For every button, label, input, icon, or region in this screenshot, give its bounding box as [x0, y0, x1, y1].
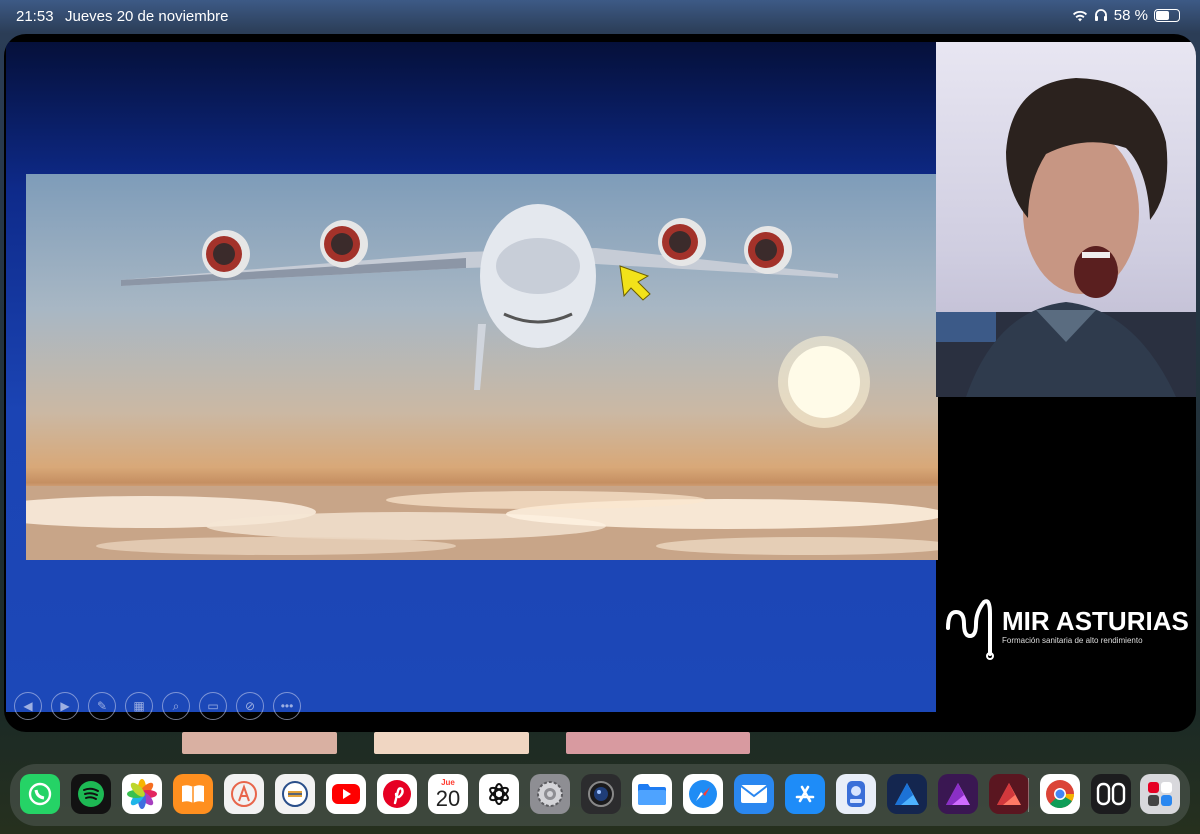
brand-logo: MIR ASTURIAS Formación sanitaria de alto…	[940, 594, 1190, 664]
battery-percent: 58 %	[1113, 7, 1148, 24]
camera-off-icon: ⊘	[244, 699, 256, 713]
youtube-icon[interactable]	[326, 774, 366, 814]
camera-app-icon[interactable]	[581, 774, 621, 814]
photos-icon[interactable]	[122, 774, 162, 814]
pinterest-icon[interactable]	[377, 774, 417, 814]
app-library-icon[interactable]	[1140, 774, 1180, 814]
camera-off-button[interactable]: ⊘	[236, 692, 264, 720]
ellipsis-icon: •••	[280, 699, 294, 713]
badge-app-icon[interactable]	[275, 774, 315, 814]
chevron-right-icon: ▶	[60, 699, 70, 713]
battery-icon	[1154, 9, 1180, 22]
settings-icon[interactable]	[530, 774, 570, 814]
whatsapp-icon[interactable]	[20, 774, 60, 814]
scanner-icon[interactable]	[836, 774, 876, 814]
calendar-day: 20	[435, 785, 461, 811]
status-time: 21:53	[16, 8, 54, 25]
status-right: 58 %	[1072, 7, 1180, 24]
chrome-icon[interactable]	[1040, 774, 1080, 814]
slideshow-controls: ◀ ▶ ✎ ▦ ⌕ ▭ ⊘ •••	[14, 692, 301, 720]
books-icon[interactable]	[173, 774, 213, 814]
subtitles-icon: ▭	[207, 699, 219, 713]
safari-icon[interactable]	[683, 774, 723, 814]
files-icon[interactable]	[632, 774, 672, 814]
affinity-publisher-icon[interactable]	[989, 774, 1029, 814]
next-slide-button[interactable]: ▶	[51, 692, 79, 720]
calendar-icon[interactable]: Jue 20	[428, 774, 468, 814]
grid-icon: ▦	[133, 699, 145, 713]
chatgpt-icon[interactable]	[479, 774, 519, 814]
freeform-icon[interactable]	[1091, 774, 1131, 814]
mail-icon[interactable]	[734, 774, 774, 814]
pen-icon: ✎	[96, 699, 108, 713]
background-thumbnails	[182, 732, 762, 754]
slide-image	[26, 174, 938, 560]
status-date: Jueves 20 de noviembre	[65, 8, 229, 25]
pen-tool-button[interactable]: ✎	[88, 692, 116, 720]
slide: ◀ ▶ ✎ ▦ ⌕ ▭ ⊘ •••	[6, 42, 938, 720]
magnifier-icon: ⌕	[172, 698, 180, 713]
zoom-button[interactable]: ⌕	[162, 692, 190, 720]
affinity-designer-icon[interactable]	[887, 774, 927, 814]
dock: Jue 20	[10, 764, 1190, 826]
headphones-icon	[1094, 9, 1107, 21]
logo-mark	[946, 599, 994, 660]
app-store-icon[interactable]	[785, 774, 825, 814]
wifi-icon	[1072, 10, 1087, 21]
more-options-button[interactable]: •••	[273, 692, 301, 720]
presentation-window: ◀ ▶ ✎ ▦ ⌕ ▭ ⊘ ••• MIR ASTURIAS Formación…	[4, 34, 1196, 732]
dock-separator	[1028, 778, 1029, 812]
affinity-sketch-icon[interactable]	[224, 774, 264, 814]
affinity-photo-icon[interactable]	[938, 774, 978, 814]
subtitles-button[interactable]: ▭	[199, 692, 227, 720]
chevron-left-icon: ◀	[23, 699, 33, 713]
spotify-icon[interactable]	[71, 774, 111, 814]
slides-overview-button[interactable]: ▦	[125, 692, 153, 720]
logo-tagline: Formación sanitaria de alto rendimiento	[1002, 636, 1143, 645]
previous-slide-button[interactable]: ◀	[14, 692, 42, 720]
presenter-video	[936, 42, 1196, 397]
logo-name: MIR ASTURIAS	[1002, 606, 1189, 636]
status-bar: 21:53 Jueves 20 de noviembre 58 %	[0, 0, 1200, 32]
